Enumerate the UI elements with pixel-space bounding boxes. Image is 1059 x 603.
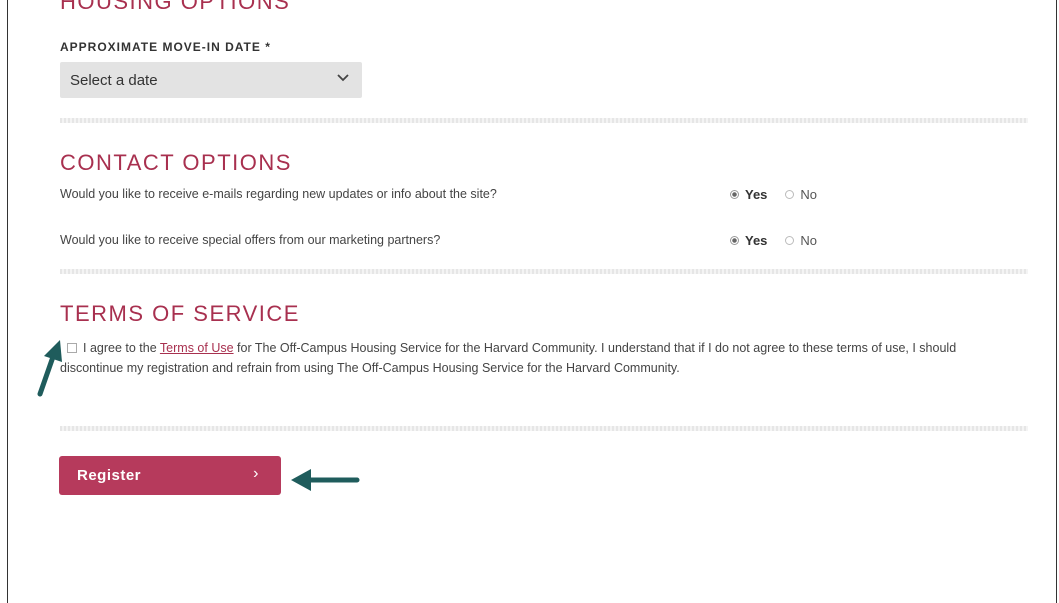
move-in-date-select[interactable]: Select a date [60,62,362,98]
chevron-down-icon [337,74,349,82]
housing-options-title: HOUSING OPTIONS [60,0,291,13]
special-offers-radio-group: Yes No [730,233,817,248]
annotation-arrow-icon [291,469,360,491]
email-updates-yes-label: Yes [745,187,768,202]
terms-agreement-text: I agree to the Terms of Use for The Off-… [60,338,1000,378]
contact-options-title: CONTACT OPTIONS [60,150,292,175]
special-offers-yes-label: Yes [745,233,768,248]
terms-of-service-title: TERMS OF SERVICE [60,301,300,326]
email-updates-no-label: No [800,187,818,202]
special-offers-question: Would you like to receive special offers… [60,233,441,247]
move-in-date-label: APPROXIMATE MOVE-IN DATE * [60,40,271,54]
section-divider [60,118,1028,123]
annotation-arrow-icon [37,340,62,397]
special-offers-no-radio[interactable] [785,236,795,245]
section-divider [60,269,1028,274]
email-updates-yes-radio[interactable] [730,190,739,199]
register-button[interactable]: Register › [59,456,281,495]
move-in-date-value: Select a date [70,71,158,89]
register-label: Register [77,467,142,484]
section-divider [60,426,1028,431]
email-updates-no-radio[interactable] [785,190,795,199]
special-offers-yes-radio[interactable] [730,236,739,245]
terms-text-before: I agree to the [83,341,160,355]
email-updates-question: Would you like to receive e-mails regard… [60,187,497,201]
special-offers-no-label: No [800,233,818,248]
terms-of-use-link[interactable]: Terms of Use [160,341,234,355]
chevron-right-icon: › [253,465,259,482]
email-updates-radio-group: Yes No [730,187,817,202]
